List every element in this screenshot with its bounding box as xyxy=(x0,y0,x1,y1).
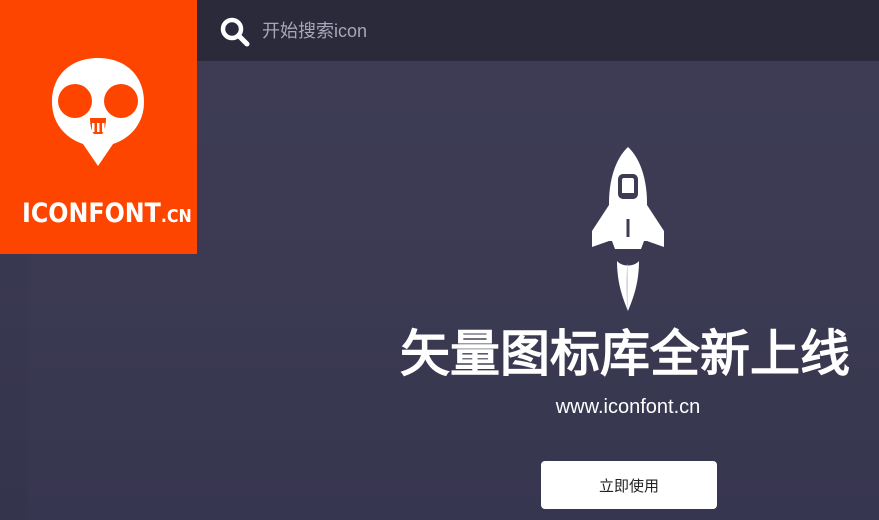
logo-text: ICONFONT.CN xyxy=(22,198,192,229)
search-icon[interactable] xyxy=(219,16,251,48)
hero-url: www.iconfont.cn xyxy=(555,396,701,418)
rocket-icon xyxy=(592,147,664,311)
use-now-button[interactable]: 立即使用 xyxy=(541,461,717,509)
logo-text-main: ICONFONT xyxy=(22,198,161,229)
search-input[interactable] xyxy=(262,17,662,45)
logo-text-suffix: .CN xyxy=(160,206,192,227)
hero-headline: 矢量图标库全新上线 xyxy=(400,325,850,383)
iconfont-logo[interactable]: ICONFONT.CN xyxy=(0,0,197,254)
skull-icon xyxy=(52,58,144,166)
